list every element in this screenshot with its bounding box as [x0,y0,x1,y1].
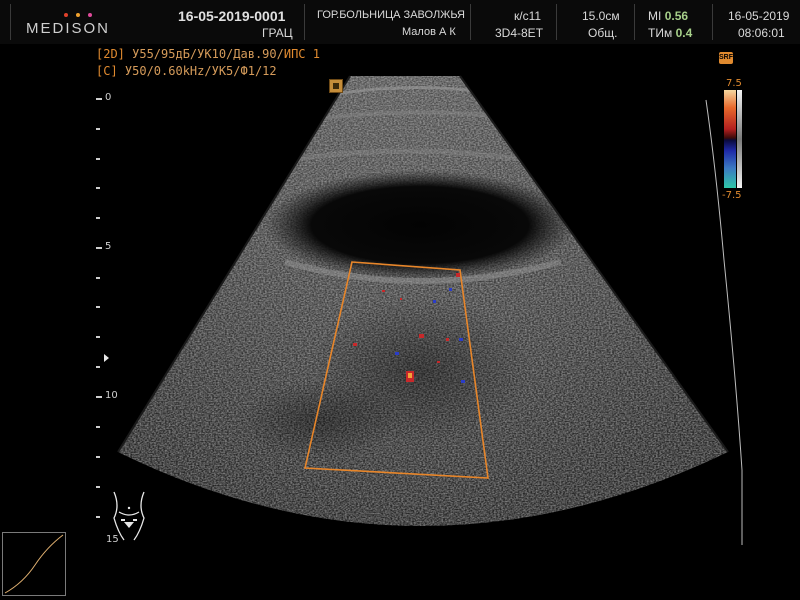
depth-tick-major [96,247,102,249]
depth-label-0: 0 [105,92,112,103]
srf-badge: SRF [719,52,733,64]
colorbar-bottom-label: -7.5 [722,190,742,201]
depth-label-5: 5 [105,241,112,252]
depth-tick [96,187,100,189]
depth-tick [96,128,100,130]
focus-marker-icon[interactable] [104,354,109,362]
depth-tick [96,306,100,308]
color-velocity-bar [724,90,736,188]
depth-tick-major [96,396,102,398]
gray-map-curve-box [2,532,66,596]
depth-tick [96,486,100,488]
body-marker-icon[interactable] [106,488,152,544]
ultrasound-screen: MEDISON 16-05-2019-0001 ГРАЦ ГОР.БОЛЬНИЦ… [0,0,800,600]
depth-tick [96,456,100,458]
depth-tick [96,158,100,160]
depth-tick [96,426,100,428]
depth-tick [96,217,100,219]
depth-tick [96,277,100,279]
color-variance-bar [737,90,742,188]
depth-tick [96,366,100,368]
depth-label-10: 10 [105,390,118,401]
depth-tick [96,336,100,338]
depth-tick [96,516,100,518]
depth-tick-major [96,98,102,100]
probe-orientation-icon [329,79,343,93]
colorbar-top-label: 7.5 [726,78,742,89]
gray-map-curve-icon [4,534,64,594]
